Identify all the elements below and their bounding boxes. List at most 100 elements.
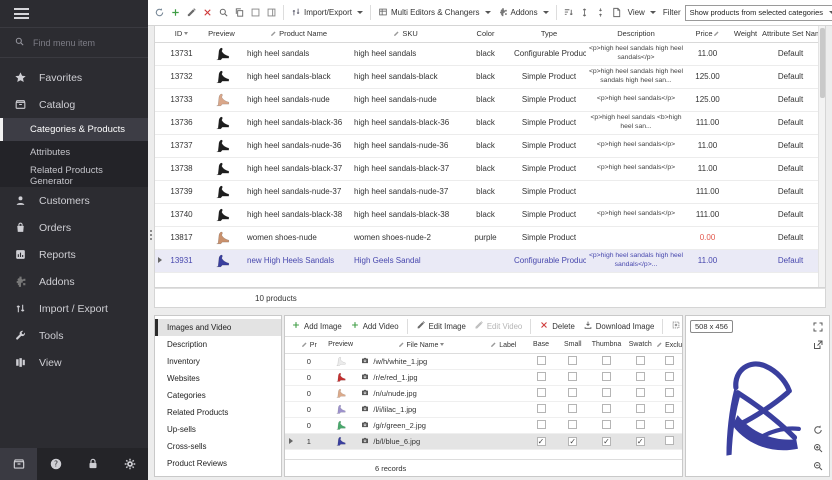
small-checkbox[interactable] [568,388,577,397]
column-header-pr[interactable]: Pr [297,337,321,353]
download-image-button[interactable]: Download Image [580,320,658,332]
thumbnail-checkbox[interactable] [602,372,611,381]
swatch-checkbox[interactable] [636,372,645,381]
small-checkbox[interactable] [568,420,577,429]
panel-splitter[interactable] [148,228,153,242]
select-checkbox-icon[interactable] [248,5,263,21]
exclude-checkbox[interactable] [665,420,674,429]
toggle-panel-icon[interactable] [264,5,279,21]
tab-categories[interactable]: Categories [155,387,281,404]
sidebar-item-favorites[interactable]: Favorites [0,64,148,91]
sidebar-item-attributes[interactable]: Attributes [0,141,148,164]
multi-editors-button[interactable]: Multi Editors & Changers [375,7,493,19]
product-row[interactable]: 13740high heel sandals-black-38high heel… [155,203,819,226]
column-header-exclude[interactable]: Exclude [656,337,682,353]
tab-product-reviews[interactable]: Product Reviews [155,455,281,472]
product-row[interactable]: 13736high heel sandals-black-36high heel… [155,111,819,134]
sidebar-item-catalog[interactable]: Catalog [0,91,148,118]
sidebar-item-import-export[interactable]: Import / Export [0,295,148,322]
search-icon[interactable] [216,5,231,21]
image-row[interactable]: 0/n/u/nude.jpg [285,385,682,401]
tab-cross-sells[interactable]: Cross-sells [155,438,281,455]
product-row[interactable]: 13739high heel sandals-nude-37high heel … [155,180,819,203]
expand-rows-icon[interactable] [577,5,592,21]
sidebar-item-addons[interactable]: Addons [0,268,148,295]
tab-websites[interactable]: Websites [155,370,281,387]
thumbnail-checkbox[interactable] [602,404,611,413]
image-row[interactable]: 0/r/e/red_1.jpg [285,369,682,385]
menu-search-input[interactable] [33,38,133,48]
column-header-color[interactable]: Color [459,26,512,42]
small-checkbox[interactable] [568,372,577,381]
base-checkbox[interactable] [537,420,546,429]
column-header-sku[interactable]: SKU [352,26,459,42]
addons-button[interactable]: Addons [495,7,552,19]
tab-up-sells[interactable]: Up-sells [155,421,281,438]
fullscreen-icon[interactable] [812,320,825,333]
product-row[interactable]: 13737high heel sandals-nude-36high heel … [155,134,819,157]
small-checkbox[interactable]: ✓ [568,437,577,446]
column-header-preview[interactable]: Preview [321,337,361,353]
tab-images-and-video[interactable]: Images and Video [155,319,281,336]
sidebar-item-view[interactable]: View [0,349,148,376]
archive-icon[interactable] [0,448,37,480]
column-header-small[interactable]: Small [557,337,589,353]
image-row[interactable]: 0/g/r/green_2.jpg [285,417,682,433]
image-row[interactable]: 1/b/l/blue_6.jpg✓✓✓✓ [285,433,682,449]
column-header-weight[interactable]: Weight [729,26,762,42]
swatch-checkbox[interactable] [636,404,645,413]
rotate-icon[interactable] [812,423,825,436]
row-expander-icon[interactable] [158,257,162,263]
base-checkbox[interactable]: ✓ [537,437,546,446]
exclude-checkbox[interactable] [665,388,674,397]
zoom-out-icon[interactable] [812,459,825,472]
column-header-preview[interactable]: Preview [198,26,245,42]
tab-inventory[interactable]: Inventory [155,353,281,370]
sidebar-item-reports[interactable]: Reports [0,241,148,268]
swatch-checkbox[interactable] [636,420,645,429]
set-resize-rule-button[interactable]: Set Resize Rule [668,320,682,332]
base-checkbox[interactable] [537,388,546,397]
collapse-rows-icon[interactable] [593,5,608,21]
exclude-checkbox[interactable] [665,372,674,381]
thumbnail-checkbox[interactable]: ✓ [602,437,611,446]
sidebar-item-categories-products[interactable]: Categories & Products [0,118,148,141]
hamburger-menu-icon[interactable] [14,6,29,22]
add-product-icon[interactable] [168,5,183,21]
product-row[interactable]: 13733high heel sandals-nudehigh heel san… [155,88,819,111]
import-export-button[interactable]: Import/Export [288,7,366,19]
sidebar-item-tools[interactable]: Tools [0,322,148,349]
swatch-checkbox[interactable] [636,388,645,397]
column-header-thumbna[interactable]: Thumbna [589,337,625,353]
thumbnail-checkbox[interactable] [602,420,611,429]
column-header-price[interactable]: Price [686,26,729,42]
column-header-id[interactable]: ID [165,26,198,42]
exclude-checkbox[interactable] [665,404,674,413]
refresh-icon[interactable] [152,5,167,21]
copy-icon[interactable] [232,5,247,21]
exclude-checkbox[interactable] [665,436,674,445]
swatch-checkbox[interactable]: ✓ [636,437,645,446]
sidebar-item-customers[interactable]: Customers [0,187,148,214]
column-header-attribute-set-name[interactable]: Attribute Set Name [762,26,819,42]
base-checkbox[interactable] [537,372,546,381]
sidebar-item-related-products-generator[interactable]: Related Products Generator [0,164,148,187]
product-row[interactable]: 13738high heel sandals-black-37high heel… [155,157,819,180]
thumbnail-checkbox[interactable] [602,388,611,397]
product-row[interactable]: 13817women shoes-nudewomen shoes-nude-2p… [155,226,819,249]
edit-image-button[interactable]: Edit Image [413,320,469,332]
image-row[interactable]: 0/l/i/lilac_1.jpg [285,401,682,417]
exclude-checkbox[interactable] [665,356,674,365]
tab-related-products[interactable]: Related Products [155,404,281,421]
small-checkbox[interactable] [568,404,577,413]
open-external-icon[interactable] [812,338,825,351]
vertical-scrollbar[interactable] [818,26,825,287]
base-checkbox[interactable] [537,356,546,365]
gear-icon[interactable] [111,448,148,480]
view-button[interactable]: View [625,8,659,17]
column-header-label[interactable]: Label [482,337,526,353]
sort-icon[interactable] [561,5,576,21]
column-header-swatch[interactable]: Swatch [624,337,656,353]
add-image-button[interactable]: Add Image [288,320,345,332]
product-row[interactable]: 13731high heel sandalshigh heel sandalsb… [155,42,819,65]
